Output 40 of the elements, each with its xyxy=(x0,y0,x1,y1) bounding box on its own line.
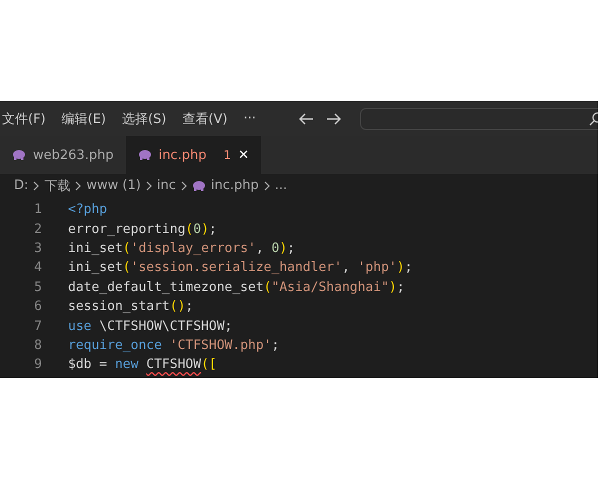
code-line: <?php xyxy=(68,202,108,218)
code-line: date_default_timezone_set("Asia/Shanghai"); xyxy=(68,280,405,295)
line-number: 2 xyxy=(33,222,43,237)
line-number: 5 xyxy=(33,280,43,295)
breadcrumb-item[interactable]: D: xyxy=(14,178,28,193)
menu-item[interactable]: 文件(F) xyxy=(0,110,54,128)
back-arrow-icon xyxy=(298,112,314,126)
forward-arrow-icon xyxy=(326,112,342,126)
breadcrumb-item[interactable]: ... xyxy=(274,178,288,193)
problem-count: 1 xyxy=(223,148,232,162)
chevron-icon xyxy=(180,180,187,190)
line-number: 3 xyxy=(33,240,43,256)
search-field[interactable] xyxy=(360,108,598,130)
line-number: 6 xyxy=(33,299,43,314)
breadcrumb-item[interactable]: 下载 xyxy=(44,176,70,194)
breadcrumb-item[interactable]: inc xyxy=(156,178,176,193)
code-line: require_once 'CTFSHOW.php'; xyxy=(68,338,280,353)
menu-item[interactable]: 查看(V) xyxy=(174,110,236,128)
chevron-icon xyxy=(33,180,40,190)
menu-item[interactable]: 选择(S) xyxy=(114,110,174,128)
menu-item[interactable]: ··· xyxy=(235,111,264,126)
close-icon[interactable]: ✕ xyxy=(238,148,249,162)
code-line: session_start(); xyxy=(68,299,194,314)
menu-item[interactable]: 编辑(E) xyxy=(54,110,114,128)
breadcrumb-item[interactable]: www (1) xyxy=(86,178,141,193)
line-number: 7 xyxy=(33,318,43,334)
code-line: ini_set('session.serialize_handler', 'php'); xyxy=(68,260,412,276)
chevron-icon xyxy=(75,180,82,190)
line-number: 9 xyxy=(33,357,43,372)
line-number: 4 xyxy=(33,260,43,276)
code-line: use \CTFSHOW\CTFSHOW; xyxy=(68,318,232,334)
code-line: ini_set('display_errors', 0); xyxy=(68,240,295,256)
breadcrumb-item[interactable]: inc.php xyxy=(210,178,259,193)
chevron-icon xyxy=(146,180,152,190)
line-number: 1 xyxy=(33,202,43,218)
line-number: 8 xyxy=(33,338,43,353)
code-line: error_reporting(0); xyxy=(68,222,217,237)
chevron-icon xyxy=(264,180,270,190)
editor-tab[interactable]: inc.php 1 ✕ xyxy=(126,136,261,174)
code-line: $db = new CTFSHOW([ xyxy=(68,357,217,372)
